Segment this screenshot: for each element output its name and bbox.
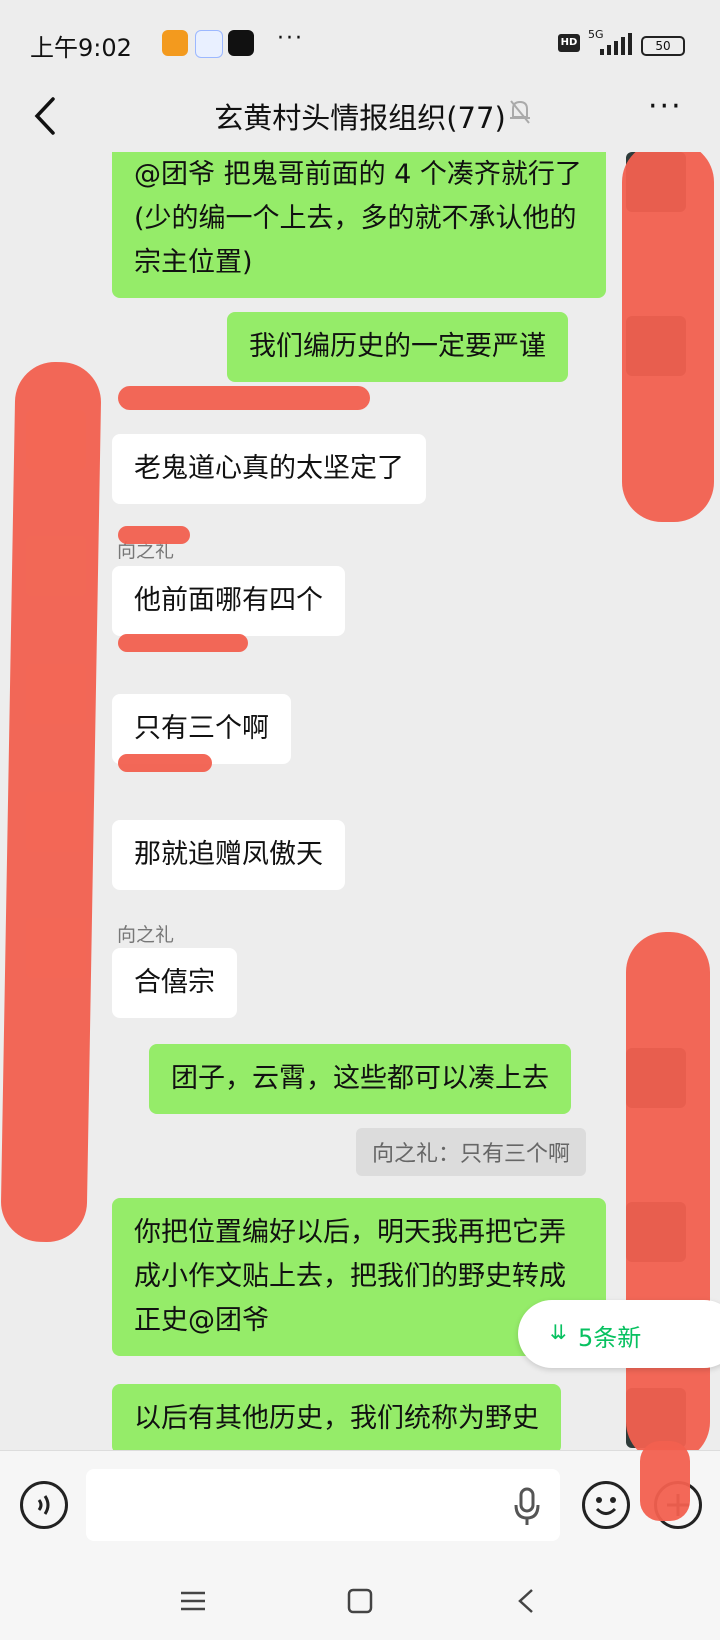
- emoji-icon[interactable]: [582, 1481, 630, 1529]
- double-chevron-down-icon: ⇊: [550, 1320, 567, 1344]
- signal-icon: [600, 33, 632, 55]
- status-time: 上午9:02: [30, 34, 132, 62]
- redaction-mark: [118, 754, 212, 772]
- redaction-mark: [118, 386, 370, 410]
- message-bubble[interactable]: 老鬼道心真的太坚定了: [112, 434, 426, 504]
- status-bar: 上午9:02 ··· HD 5G 50: [0, 0, 720, 90]
- message-input[interactable]: [86, 1469, 560, 1541]
- battery-icon: 50: [641, 36, 685, 56]
- new-messages-button[interactable]: ⇊ 5条新: [518, 1300, 720, 1368]
- bell-muted-icon: [510, 100, 530, 124]
- redaction-mark: [640, 1441, 690, 1521]
- cloud-app-icon: [195, 30, 223, 58]
- video-app-icon: [228, 30, 254, 56]
- menu-icon[interactable]: [178, 1586, 208, 1616]
- new-messages-label: 5条新: [578, 1324, 642, 1352]
- voice-icon[interactable]: [20, 1481, 68, 1529]
- chat-header: 玄黄村头情报组织(77) ···: [0, 85, 720, 155]
- microphone-icon[interactable]: [512, 1487, 542, 1527]
- status-more-icon: ···: [277, 26, 304, 51]
- redaction-mark: [622, 152, 714, 522]
- redaction-mark: [0, 361, 102, 1243]
- message-bubble[interactable]: 团子，云霄，这些都可以凑上去: [149, 1044, 571, 1114]
- system-nav-bar: [0, 1560, 720, 1640]
- redaction-mark: [118, 634, 248, 652]
- quoted-message[interactable]: 向之礼：只有三个啊: [356, 1128, 587, 1176]
- message-bubble[interactable]: @团爷 把鬼哥前面的 4 个凑齐就行了(少的编一个上去，多的就不承认他的宗主位置…: [112, 152, 606, 298]
- message-bubble[interactable]: 他前面哪有四个: [112, 566, 345, 636]
- app-notification-icon: [162, 30, 188, 56]
- input-bar: [0, 1441, 720, 1561]
- sender-name: 向之礼: [117, 924, 175, 946]
- redaction-mark: [626, 932, 710, 1452]
- back-icon[interactable]: [512, 1586, 542, 1616]
- message-bubble[interactable]: 那就追赠凤傲天: [112, 820, 345, 890]
- message-bubble[interactable]: 合僖宗: [112, 948, 237, 1018]
- message-list[interactable]: @团爷 把鬼哥前面的 4 个凑齐就行了(少的编一个上去，多的就不承认他的宗主位置…: [0, 152, 720, 1452]
- home-icon[interactable]: [345, 1586, 375, 1616]
- hd-icon: HD: [558, 34, 580, 52]
- chat-title: 玄黄村头情报组织(77): [214, 101, 506, 135]
- redaction-mark: [118, 526, 190, 544]
- more-options-button[interactable]: ···: [648, 89, 683, 124]
- message-bubble[interactable]: 以后有其他历史，我们统称为野史: [112, 1384, 561, 1452]
- message-bubble[interactable]: 我们编历史的一定要严谨: [227, 312, 568, 382]
